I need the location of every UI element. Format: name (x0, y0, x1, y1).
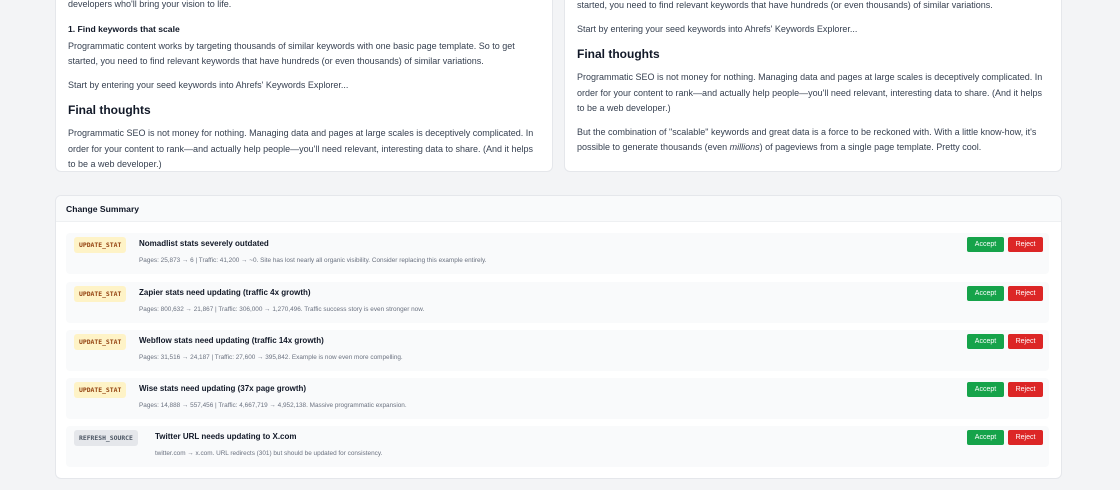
change-summary-panel: Change Summary UPDATE_STAT Nomadlist sta… (55, 195, 1062, 479)
change-detail: Pages: 25,873 → 6 | Traffic: 41,200 → ~0… (139, 257, 487, 264)
change-title: Zapier stats need updating (traffic 4x g… (139, 288, 311, 297)
change-item-nomadlist: UPDATE_STAT Nomadlist stats severely out… (66, 233, 1049, 274)
change-title: Wise stats need updating (37x page growt… (139, 384, 307, 393)
change-detail: twitter.com → x.com. URL redirects (301)… (155, 450, 383, 457)
preview-paragraph: Programmatic SEO is not money for nothin… (577, 72, 1043, 113)
change-detail: Pages: 14,888 → 557,456 | Traffic: 4,667… (139, 402, 407, 409)
right-preview-panel: started, you need to find relevant keywo… (564, 0, 1062, 172)
preview-paragraph: Start by entering your seed keywords int… (68, 79, 349, 90)
change-type-badge: UPDATE_STAT (74, 382, 127, 398)
change-title: Nomadlist stats severely outdated (139, 239, 269, 248)
accept-button[interactable]: Accept (967, 430, 1004, 445)
change-item-zapier: UPDATE_STAT Zapier stats need updating (… (66, 282, 1049, 323)
change-type-badge: UPDATE_STAT (74, 286, 127, 302)
left-preview-content: developers who'll bring your vision to l… (68, 0, 540, 171)
preview-text: ) of pageviews from a single page templa… (759, 142, 982, 152)
preview-paragraph: Start by entering your seed keywords int… (577, 23, 858, 34)
reject-button[interactable]: Reject (1008, 237, 1043, 252)
preview-step-heading: 1. Find keywords that scale (68, 23, 180, 34)
change-type-badge: UPDATE_STAT (74, 334, 127, 350)
change-item-twitter: REFRESH_SOURCE Twitter URL needs updatin… (66, 426, 1049, 467)
change-item-webflow: UPDATE_STAT Webflow stats need updating … (66, 330, 1049, 371)
preview-paragraph: developers who'll bring your vision to l… (68, 0, 232, 9)
change-type-badge: REFRESH_SOURCE (74, 430, 138, 446)
accept-button[interactable]: Accept (967, 334, 1004, 349)
change-title: Twitter URL needs updating to X.com (155, 432, 297, 441)
preview-paragraph: Programmatic SEO is not money for nothin… (68, 128, 534, 169)
preview-paragraph: But the combination of "scalable" keywor… (577, 125, 1049, 156)
change-item-wise: UPDATE_STAT Wise stats need updating (37… (66, 378, 1049, 419)
reject-button[interactable]: Reject (1008, 334, 1043, 349)
accept-button[interactable]: Accept (967, 237, 1004, 252)
reject-button[interactable]: Reject (1008, 430, 1043, 445)
preview-section-heading: Final thoughts (577, 47, 660, 61)
preview-paragraph: started, you need to find relevant keywo… (577, 0, 993, 10)
change-detail: Pages: 800,632 → 21,867 | Traffic: 306,0… (139, 306, 425, 313)
reject-button[interactable]: Reject (1008, 382, 1043, 397)
accept-button[interactable]: Accept (967, 382, 1004, 397)
change-summary-title: Change Summary (56, 196, 1061, 222)
change-title: Webflow stats need updating (traffic 14x… (139, 336, 324, 345)
preview-emphasis: millions (729, 142, 760, 152)
left-preview-panel: developers who'll bring your vision to l… (55, 0, 553, 172)
change-detail: Pages: 31,516 → 24,187 | Traffic: 27,600… (139, 354, 403, 361)
accept-button[interactable]: Accept (967, 286, 1004, 301)
preview-section-heading: Final thoughts (68, 103, 151, 117)
preview-paragraph: Programmatic content works by targeting … (68, 40, 515, 67)
change-type-badge: UPDATE_STAT (74, 237, 127, 253)
right-preview-content: started, you need to find relevant keywo… (577, 0, 1049, 156)
reject-button[interactable]: Reject (1008, 286, 1043, 301)
